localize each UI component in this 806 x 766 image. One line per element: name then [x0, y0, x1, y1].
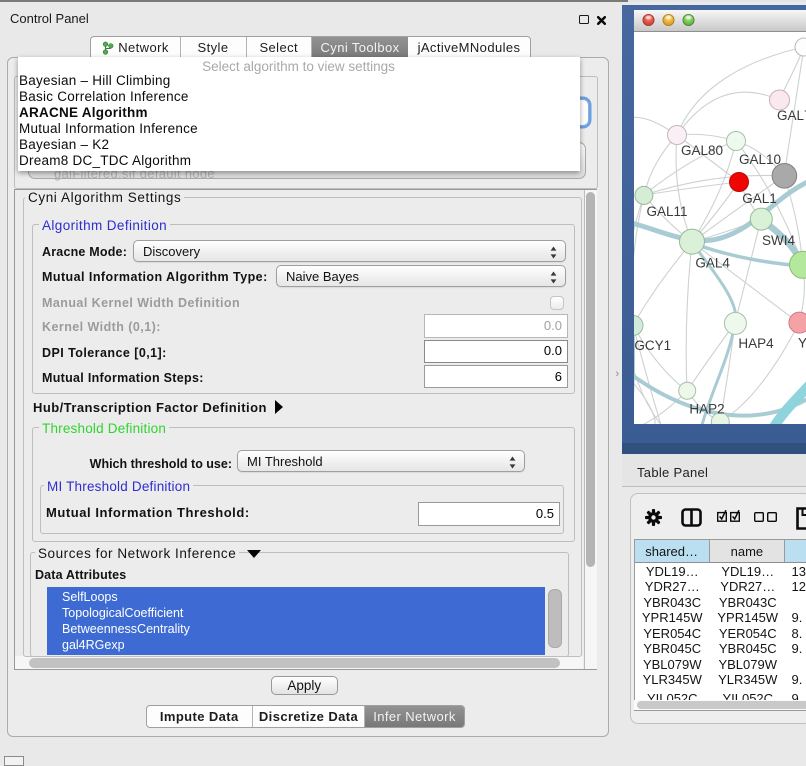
- svg-text:GAL11: GAL11: [646, 204, 687, 219]
- svg-text:HAP2: HAP2: [689, 401, 724, 416]
- svg-text:GAL4: GAL4: [695, 255, 730, 270]
- svg-text:SWI4: SWI4: [762, 233, 795, 248]
- svg-text:YD: YD: [798, 335, 806, 350]
- svg-text:GAL10: GAL10: [739, 152, 781, 167]
- svg-text:GCY1: GCY1: [634, 338, 671, 353]
- svg-text:GAL7: GAL7: [777, 108, 806, 123]
- svg-text:HAP4: HAP4: [738, 336, 774, 351]
- svg-text:GAL80: GAL80: [681, 143, 723, 158]
- svg-text:GAL1: GAL1: [742, 191, 777, 206]
